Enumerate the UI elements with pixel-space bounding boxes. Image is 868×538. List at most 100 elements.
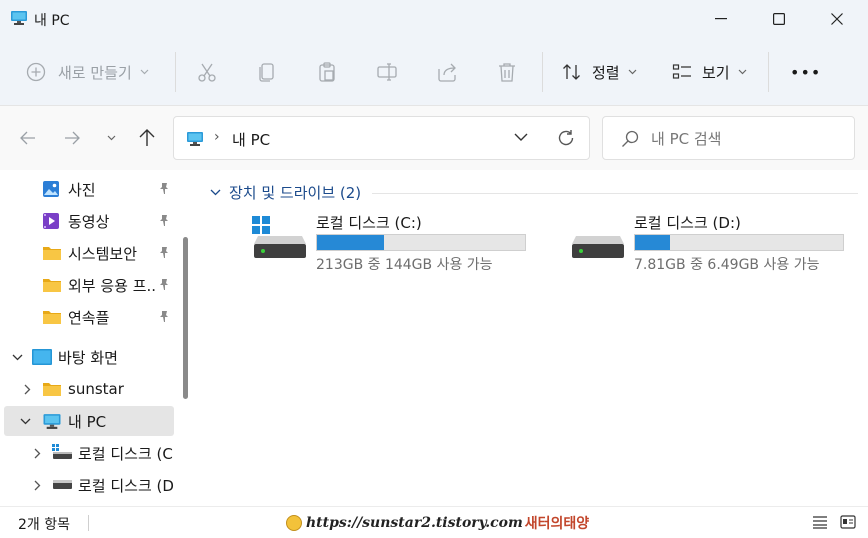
search-icon xyxy=(622,130,639,147)
sidebar-item-photos[interactable]: 사진 xyxy=(0,174,180,204)
more-button[interactable]: ••• xyxy=(790,56,821,88)
search-box[interactable] xyxy=(602,116,855,160)
command-bar: 새로 만들기 정렬 보기 ••• xyxy=(0,38,868,106)
navigation-pane: 사진 동영상 시스템보안 외부 응용 프... 연속플 바탕 화면 sunsta… xyxy=(0,170,192,506)
sidebar-item-drive-c[interactable]: 로컬 디스크 (C xyxy=(0,438,180,468)
up-button[interactable] xyxy=(135,126,159,150)
details-view-button[interactable] xyxy=(812,515,830,531)
section-header-devices[interactable]: 장치 및 드라이브 (2) xyxy=(210,182,361,203)
arrow-right-icon xyxy=(65,131,80,145)
folder-icon xyxy=(43,279,61,292)
window-title: 내 PC xyxy=(34,13,70,29)
chevron-down-icon xyxy=(140,69,149,75)
watermark-url: https://sunstar2.tistory.com xyxy=(306,515,523,531)
sidebar-item-this-pc[interactable]: 내 PC xyxy=(4,406,174,436)
maximize-button[interactable] xyxy=(750,0,808,38)
title-bar: 내 PC xyxy=(0,0,868,38)
view-label: 보기 xyxy=(702,63,730,82)
breadcrumb-this-pc[interactable]: 내 PC xyxy=(232,129,270,150)
drive-free-space: 213GB 중 144GB 사용 가능 xyxy=(316,257,493,273)
folder-icon xyxy=(43,383,61,396)
chevron-down-icon[interactable] xyxy=(12,354,23,361)
forward-button[interactable] xyxy=(60,126,84,150)
cut-icon xyxy=(198,63,216,82)
minimize-button[interactable] xyxy=(692,0,750,38)
delete-button[interactable] xyxy=(496,56,518,88)
sidebar-item-external-apps[interactable]: 외부 응용 프... xyxy=(0,270,180,300)
system-drive-icon xyxy=(52,444,72,459)
section-title: 장치 및 드라이브 (2) xyxy=(229,184,362,202)
section-divider xyxy=(372,193,858,194)
sidebar-item-label: 동영상 xyxy=(68,212,110,231)
address-history-button[interactable] xyxy=(514,129,528,149)
refresh-icon xyxy=(558,130,574,146)
status-divider xyxy=(88,515,89,531)
sidebar-item-sunstar[interactable]: sunstar xyxy=(0,374,180,404)
sidebar-item-label: 사진 xyxy=(68,180,96,199)
sort-icon xyxy=(563,64,580,80)
new-label: 새로 만들기 xyxy=(58,63,132,82)
folder-icon xyxy=(43,311,61,324)
new-button[interactable]: 새로 만들기 xyxy=(26,56,149,88)
chevron-down-icon xyxy=(107,135,115,141)
cut-button[interactable] xyxy=(196,56,218,88)
chevron-right-icon[interactable] xyxy=(24,384,31,395)
watermark: https://sunstar2.tistory.com 새터의태양 xyxy=(286,513,589,533)
paste-button[interactable] xyxy=(316,56,338,88)
copy-button[interactable] xyxy=(256,56,278,88)
drive-tile-c[interactable]: 로컬 디스크 (C:) 213GB 중 144GB 사용 가능 xyxy=(252,206,542,276)
sidebar-scrollbar[interactable] xyxy=(183,237,188,399)
delete-icon xyxy=(499,63,515,82)
chevron-right-icon[interactable] xyxy=(34,480,41,491)
minimize-icon xyxy=(715,18,727,20)
refresh-button[interactable] xyxy=(556,128,576,152)
arrow-up-icon xyxy=(139,129,155,146)
sidebar-item-label: 외부 응용 프... xyxy=(68,276,156,295)
chevron-down-icon xyxy=(514,133,528,141)
chevron-down-icon[interactable] xyxy=(20,418,31,425)
view-button[interactable]: 보기 xyxy=(672,56,747,88)
sidebar-item-continuous[interactable]: 연속플 xyxy=(0,302,180,332)
videos-icon xyxy=(43,213,59,229)
emoji-icon xyxy=(286,515,302,531)
sidebar-item-videos[interactable]: 동영상 xyxy=(0,206,180,236)
tiles-view-icon xyxy=(840,515,856,529)
drive-usage-bar xyxy=(316,234,526,251)
chevron-right-icon[interactable] xyxy=(34,448,41,459)
pin-icon xyxy=(160,183,168,194)
breadcrumb-separator[interactable]: › xyxy=(214,129,220,145)
sort-button[interactable]: 정렬 xyxy=(562,56,637,88)
toolbar-divider xyxy=(542,52,543,92)
tiles-view-button[interactable] xyxy=(840,515,858,531)
rename-icon xyxy=(377,63,397,81)
drive-tile-d[interactable]: 로컬 디스크 (D:) 7.81GB 중 6.49GB 사용 가능 xyxy=(570,206,860,276)
pin-icon xyxy=(160,215,168,226)
sidebar-item-label: 내 PC xyxy=(68,412,107,431)
more-label: ••• xyxy=(790,62,822,82)
drive-usage-fill xyxy=(317,235,384,250)
view-list-icon xyxy=(672,64,691,79)
recent-locations-button[interactable] xyxy=(99,126,123,150)
toolbar-divider xyxy=(175,52,176,92)
watermark-brand: 새터의태양 xyxy=(524,516,590,532)
sidebar-item-drive-d[interactable]: 로컬 디스크 (D xyxy=(0,470,180,500)
drive-icon xyxy=(53,480,72,489)
this-pc-icon xyxy=(43,414,61,429)
share-button[interactable] xyxy=(436,56,458,88)
copy-icon xyxy=(259,63,274,82)
chevron-down-icon xyxy=(738,69,747,75)
pin-icon xyxy=(160,247,168,258)
item-count: 2개 항목 xyxy=(18,517,70,533)
chevron-down-icon xyxy=(210,189,221,196)
arrow-left-icon xyxy=(20,131,35,145)
drive-usage-fill xyxy=(635,235,671,250)
close-button[interactable] xyxy=(808,0,866,38)
search-input[interactable] xyxy=(651,127,841,151)
sidebar-item-desktop[interactable]: 바탕 화면 xyxy=(0,342,180,372)
back-button[interactable] xyxy=(16,126,40,150)
address-bar[interactable]: › 내 PC xyxy=(173,116,590,160)
rename-button[interactable] xyxy=(376,56,398,88)
sidebar-item-system-security[interactable]: 시스템보안 xyxy=(0,238,180,268)
photos-icon xyxy=(43,181,59,197)
status-bar: 2개 항목 https://sunstar2.tistory.com 새터의태양 xyxy=(0,506,868,538)
